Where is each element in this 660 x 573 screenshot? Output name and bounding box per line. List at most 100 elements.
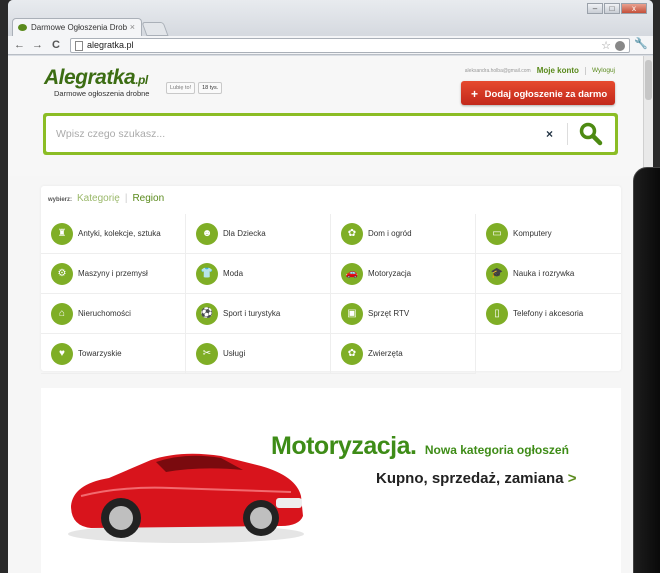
category-item[interactable]: ⚙ Maszyny i przemysł bbox=[41, 254, 186, 294]
search-input[interactable] bbox=[46, 116, 526, 152]
heart-icon: ♥ bbox=[51, 342, 73, 365]
browser-tab[interactable]: Darmowe Ogłoszenia Drob × bbox=[12, 18, 142, 36]
logo-tagline: Darmowe ogłoszenia drobne bbox=[54, 89, 150, 98]
car-icon: 🚗 bbox=[341, 262, 363, 285]
forward-button[interactable]: → bbox=[32, 38, 43, 52]
like-button[interactable]: Lubię to! bbox=[166, 82, 196, 94]
wrench-icon[interactable]: 🔧 bbox=[634, 37, 648, 50]
choose-label: wybierz: bbox=[48, 197, 73, 203]
close-button[interactable]: x bbox=[621, 3, 647, 14]
tablet-device-edge bbox=[633, 167, 660, 573]
logo-suffix: .pl bbox=[135, 73, 148, 87]
category-label: Antyki, kolekcje, sztuka bbox=[78, 229, 161, 238]
tshirt-icon: 👕 bbox=[196, 262, 218, 285]
add-listing-label: Dodaj ogłoszenie za darmo bbox=[484, 89, 608, 100]
category-label: Dom i ogród bbox=[368, 229, 412, 238]
like-count: 18 tys. bbox=[198, 82, 223, 94]
window-controls: – □ x bbox=[587, 3, 647, 14]
favicon-icon bbox=[18, 24, 27, 31]
category-switcher: wybierz: Kategorię | Region bbox=[48, 193, 164, 204]
scrollbar-thumb[interactable] bbox=[645, 60, 652, 100]
logo-text: Alegratka bbox=[44, 66, 136, 89]
monitor-icon: ▭ bbox=[486, 222, 508, 245]
antique-icon: ♜ bbox=[51, 222, 73, 245]
paw-icon: ✿ bbox=[341, 342, 363, 365]
url-text: alegratka.pl bbox=[87, 40, 134, 50]
browser-toolbar: ← → C alegratka.pl ☆ 🔧 bbox=[8, 36, 653, 55]
extension-icon[interactable] bbox=[615, 41, 625, 51]
ball-icon: ⚽ bbox=[196, 302, 218, 325]
category-item[interactable]: ▭ Komputery bbox=[476, 214, 621, 254]
tab-close-icon[interactable]: × bbox=[130, 22, 135, 32]
tv-icon: ▣ bbox=[341, 302, 363, 325]
new-tab-button[interactable] bbox=[141, 22, 169, 36]
tab-title: Darmowe Ogłoszenia Drob bbox=[31, 23, 128, 32]
category-item[interactable]: ▣ Sprzęt RTV bbox=[331, 294, 476, 334]
category-item[interactable]: ✿ Dom i ogród bbox=[331, 214, 476, 254]
search-box: × bbox=[43, 113, 618, 155]
category-item[interactable]: ⌂ Nieruchomości bbox=[41, 294, 186, 334]
reload-button[interactable]: C bbox=[52, 38, 60, 52]
page-icon bbox=[75, 41, 83, 51]
category-item[interactable]: ☻ Dla Dziecka bbox=[186, 214, 331, 254]
graduation-cap-icon: 🎓 bbox=[486, 262, 508, 285]
promo-banner[interactable]: Motoryzacja. Nowa kategoria ogłoszeń Kup… bbox=[41, 388, 621, 573]
search-icon[interactable] bbox=[578, 121, 604, 147]
category-panel: wybierz: Kategorię | Region ♜ Antyki, kol… bbox=[41, 186, 621, 374]
minimize-button[interactable]: – bbox=[587, 3, 603, 14]
banner-title: Motoryzacja. Nowa kategoria ogłoszeń bbox=[271, 432, 569, 461]
user-email: aleksandra.holba@gmail.com bbox=[464, 67, 531, 74]
chevron-right-icon: > bbox=[567, 470, 577, 487]
divider bbox=[584, 66, 586, 75]
site-header: Alegratka.pl Darmowe ogłoszenia drobne L… bbox=[8, 56, 643, 176]
category-item[interactable]: ♜ Antyki, kolekcje, sztuka bbox=[41, 214, 186, 254]
category-label: Nieruchomości bbox=[78, 309, 131, 318]
banner-tagline-text: Kupno, sprzedaż, zamiana bbox=[376, 470, 564, 487]
divider bbox=[567, 123, 568, 145]
category-item[interactable]: 🎓 Nauka i rozrywka bbox=[476, 254, 621, 294]
category-label: Towarzyskie bbox=[78, 349, 122, 358]
category-label: Telefony i akcesoria bbox=[513, 309, 584, 318]
watering-can-icon: ✿ bbox=[341, 222, 363, 245]
browser-window: Darmowe Ogłoszenia Drob × – □ x ← → C al… bbox=[8, 0, 653, 573]
category-item[interactable]: ♥ Towarzyskie bbox=[41, 334, 186, 374]
category-label: Nauka i rozrywka bbox=[513, 269, 575, 278]
category-item[interactable]: 👕 Moda bbox=[186, 254, 331, 294]
tractor-icon: ⚙ bbox=[51, 262, 73, 285]
divider: | bbox=[124, 193, 128, 204]
category-label: Sport i turystyka bbox=[223, 309, 281, 318]
banner-subheading: Nowa kategoria ogłoszeń bbox=[424, 443, 569, 457]
baby-icon: ☻ bbox=[196, 222, 218, 245]
banner-heading: Motoryzacja. bbox=[271, 432, 417, 460]
tools-icon: ✂ bbox=[196, 342, 218, 365]
bookmark-star-icon[interactable]: ☆ bbox=[601, 39, 611, 52]
category-item[interactable]: 🚗 Motoryzacja bbox=[331, 254, 476, 294]
category-label: Motoryzacja bbox=[368, 269, 412, 278]
category-item[interactable]: ✂ Usługi bbox=[186, 334, 331, 374]
site-logo[interactable]: Alegratka.pl Darmowe ogłoszenia drobne bbox=[44, 66, 149, 98]
category-item[interactable]: ▯ Telefony i akcesoria bbox=[476, 294, 621, 334]
category-label: Sprzęt RTV bbox=[368, 309, 410, 318]
maximize-button[interactable]: □ bbox=[604, 3, 620, 14]
category-item[interactable]: ✿ Zwierzęta bbox=[331, 334, 476, 374]
logout-link[interactable]: Wyloguj bbox=[592, 67, 615, 74]
category-label: Maszyny i przemysł bbox=[78, 269, 148, 278]
category-label: Komputery bbox=[513, 229, 552, 238]
category-label: Zwierzęta bbox=[368, 349, 403, 358]
banner-tagline[interactable]: Kupno, sprzedaż, zamiana > bbox=[376, 470, 576, 487]
my-account-link[interactable]: Moje konto bbox=[537, 66, 579, 75]
category-label: Usługi bbox=[223, 349, 246, 358]
facebook-like: Lubię to! 18 tys. bbox=[166, 82, 223, 94]
tab-category[interactable]: Kategorię bbox=[77, 193, 120, 204]
house-icon: ⌂ bbox=[51, 302, 73, 325]
add-listing-button[interactable]: + Dodaj ogłoszenie za darmo bbox=[461, 81, 615, 105]
plus-icon: + bbox=[471, 87, 479, 101]
web-page: Alegratka.pl Darmowe ogłoszenia drobne L… bbox=[8, 56, 653, 573]
category-item[interactable]: ⚽ Sport i turystyka bbox=[186, 294, 331, 334]
clear-search-icon[interactable]: × bbox=[546, 127, 553, 141]
address-bar[interactable]: alegratka.pl ☆ bbox=[70, 38, 630, 53]
back-button[interactable]: ← bbox=[14, 38, 25, 52]
category-label: Moda bbox=[223, 269, 244, 278]
tab-region[interactable]: Region bbox=[132, 193, 164, 204]
category-label: Dla Dziecka bbox=[223, 229, 266, 238]
